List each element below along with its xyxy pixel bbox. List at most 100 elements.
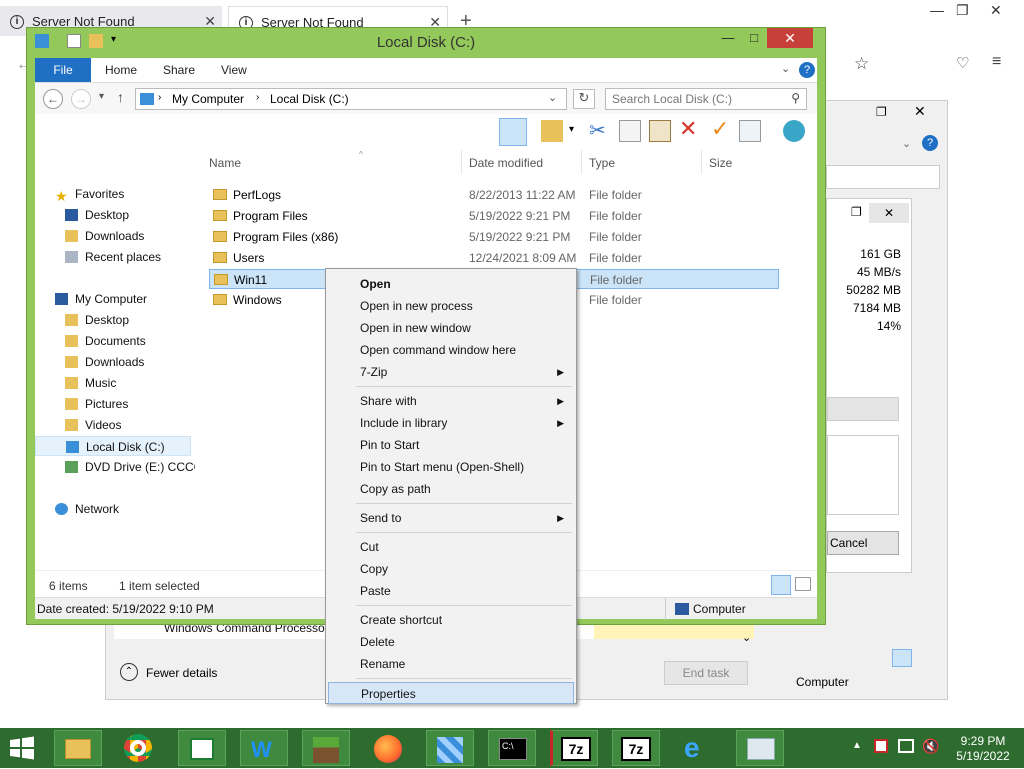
up-arrow-icon[interactable]: ↑	[117, 89, 124, 105]
breadcrumb-local-disk[interactable]: Local Disk (C:)	[270, 92, 349, 106]
fewer-details-link[interactable]: Fewer details	[146, 666, 217, 680]
bookmark-star-icon[interactable]: ☆	[854, 54, 869, 74]
column-header-size[interactable]: Size	[709, 156, 732, 170]
help-icon[interactable]: ?	[799, 62, 815, 78]
chevron-down-icon[interactable]: ▾	[569, 124, 574, 135]
menu-item-open-new-process[interactable]: Open in new process	[328, 295, 574, 317]
nav-pictures[interactable]: Pictures	[65, 394, 128, 414]
network-globe-icon[interactable]	[783, 120, 805, 142]
firefox-taskbar-icon[interactable]	[364, 730, 412, 766]
checkmark-icon[interactable]: ✓	[711, 116, 729, 142]
store-taskbar-icon[interactable]	[178, 730, 226, 766]
forward-button[interactable]: →	[71, 89, 91, 109]
cancel-button[interactable]: Cancel	[827, 531, 899, 555]
close-icon[interactable]: ✕	[869, 203, 909, 223]
nav-favorites-desktop[interactable]: Desktop	[65, 205, 129, 225]
search-icon[interactable]: ⚲	[791, 91, 800, 105]
chevron-right-icon[interactable]: ›	[158, 92, 161, 103]
nav-downloads[interactable]: Downloads	[65, 352, 144, 372]
minecraft-taskbar-icon[interactable]	[302, 730, 350, 766]
nav-local-disk[interactable]: Local Disk (C:)	[35, 436, 191, 456]
nav-dvd-drive[interactable]: DVD Drive (E:) CCCC	[65, 457, 195, 477]
menu-item-pin-to-start[interactable]: Pin to Start	[328, 434, 574, 456]
rename-icon[interactable]	[739, 120, 761, 142]
menu-item-copy[interactable]: Copy	[328, 558, 574, 580]
tab-view[interactable]: View	[221, 58, 247, 82]
network-status-icon[interactable]	[898, 739, 914, 753]
menu-item-open-command-window[interactable]: Open command window here	[328, 339, 574, 361]
search-input[interactable]: Search Local Disk (C:) ⚲	[605, 88, 807, 110]
app-w-taskbar-icon[interactable]: W	[240, 730, 288, 766]
details-view-icon[interactable]	[771, 575, 791, 595]
chevron-down-icon[interactable]: ⌄	[742, 631, 751, 644]
close-icon[interactable]: ✕	[990, 2, 1002, 19]
restore-icon[interactable]: ❐	[956, 2, 969, 19]
start-button[interactable]	[4, 730, 52, 766]
nav-my-computer[interactable]: My Computer	[55, 289, 147, 309]
blank-button[interactable]	[827, 397, 899, 421]
menu-item-open[interactable]: Open	[328, 273, 574, 295]
nav-favorites[interactable]: ★ Favorites	[55, 184, 124, 204]
nav-music[interactable]: Music	[65, 373, 116, 393]
file-row-program-files-x86[interactable]: Program Files (x86) 5/19/2022 9:21 PM Fi…	[209, 227, 779, 247]
folder-options-icon[interactable]	[541, 120, 563, 142]
back-button[interactable]: ←	[43, 89, 63, 109]
cut-icon[interactable]: ✂	[589, 118, 606, 143]
menu-item-rename[interactable]: Rename	[328, 653, 574, 675]
help-icon[interactable]: ?	[922, 135, 938, 151]
close-icon[interactable]: ✕	[914, 103, 926, 120]
collapse-icon[interactable]: ⌃	[120, 663, 138, 681]
end-task-button[interactable]: End task	[664, 661, 748, 685]
maximize-icon[interactable]: □	[741, 30, 767, 48]
menu-item-open-new-window[interactable]: Open in new window	[328, 317, 574, 339]
menu-item-copy-as-path[interactable]: Copy as path	[328, 478, 574, 500]
nav-favorites-downloads[interactable]: Downloads	[65, 226, 144, 246]
close-button[interactable]: ✕	[767, 28, 813, 48]
large-icons-view-icon[interactable]	[795, 577, 811, 591]
internet-explorer-taskbar-icon[interactable]: e	[674, 730, 722, 766]
title-bar[interactable]: ▾ Local Disk (C:) — □ ✕	[27, 28, 825, 54]
list-box[interactable]	[827, 435, 899, 515]
delete-icon[interactable]: ✕	[679, 116, 697, 142]
nav-network[interactable]: Network	[55, 499, 119, 519]
minimize-icon[interactable]: —	[930, 2, 944, 18]
file-row-perflogs[interactable]: PerfLogs 8/22/2013 11:22 AM File folder	[209, 185, 779, 205]
nav-documents[interactable]: Documents	[65, 331, 146, 351]
minimize-icon[interactable]: —	[715, 30, 741, 48]
menu-item-7zip[interactable]: 7-Zip ▶	[328, 361, 574, 383]
file-row-users[interactable]: Users 12/24/2021 8:09 AM File folder	[209, 248, 779, 268]
menu-item-delete[interactable]: Delete	[328, 631, 574, 653]
app-cubes-taskbar-icon[interactable]	[426, 730, 474, 766]
menu-icon[interactable]: ≡	[992, 53, 1001, 71]
restore-icon[interactable]: ❐	[851, 205, 862, 219]
nav-recent-places[interactable]: Recent places	[65, 247, 161, 267]
copy-icon[interactable]	[619, 120, 641, 142]
menu-item-cut[interactable]: Cut	[328, 536, 574, 558]
breadcrumb-my-computer[interactable]: My Computer	[172, 92, 244, 106]
tab-file[interactable]: File	[35, 58, 91, 82]
chevron-right-icon[interactable]: ›	[256, 92, 259, 103]
preview-pane-icon[interactable]	[499, 118, 527, 146]
menu-item-share-with[interactable]: Share with ▶	[328, 390, 574, 412]
7zip-taskbar-icon-2[interactable]: 7z	[612, 730, 660, 766]
file-row-program-files[interactable]: Program Files 5/19/2022 9:21 PM File fol…	[209, 206, 779, 226]
details-view-icon[interactable]	[892, 649, 912, 667]
menu-item-create-shortcut[interactable]: Create shortcut	[328, 609, 574, 631]
chevron-down-icon[interactable]: ⌄	[902, 137, 911, 150]
task-manager-taskbar-icon[interactable]	[736, 730, 784, 766]
chevron-down-icon[interactable]: ▾	[99, 91, 104, 102]
command-prompt-taskbar-icon[interactable]: C:\	[488, 730, 536, 766]
menu-item-pin-open-shell[interactable]: Pin to Start menu (Open-Shell)	[328, 456, 574, 478]
chevron-down-icon[interactable]: ⌄	[548, 91, 557, 104]
tab-home[interactable]: Home	[105, 58, 137, 82]
pocket-icon[interactable]: ♡	[956, 54, 969, 72]
file-explorer-taskbar-icon[interactable]	[54, 730, 102, 766]
menu-item-properties[interactable]: Properties	[328, 682, 574, 704]
search-input[interactable]	[826, 165, 940, 189]
column-header-name[interactable]: Name	[209, 156, 241, 170]
column-header-date[interactable]: Date modified	[469, 156, 543, 170]
tab-share[interactable]: Share	[163, 58, 195, 82]
menu-item-send-to[interactable]: Send to ▶	[328, 507, 574, 529]
restore-icon[interactable]: ❐	[876, 105, 887, 119]
address-bar[interactable]: › My Computer › Local Disk (C:) ⌄	[135, 88, 567, 110]
